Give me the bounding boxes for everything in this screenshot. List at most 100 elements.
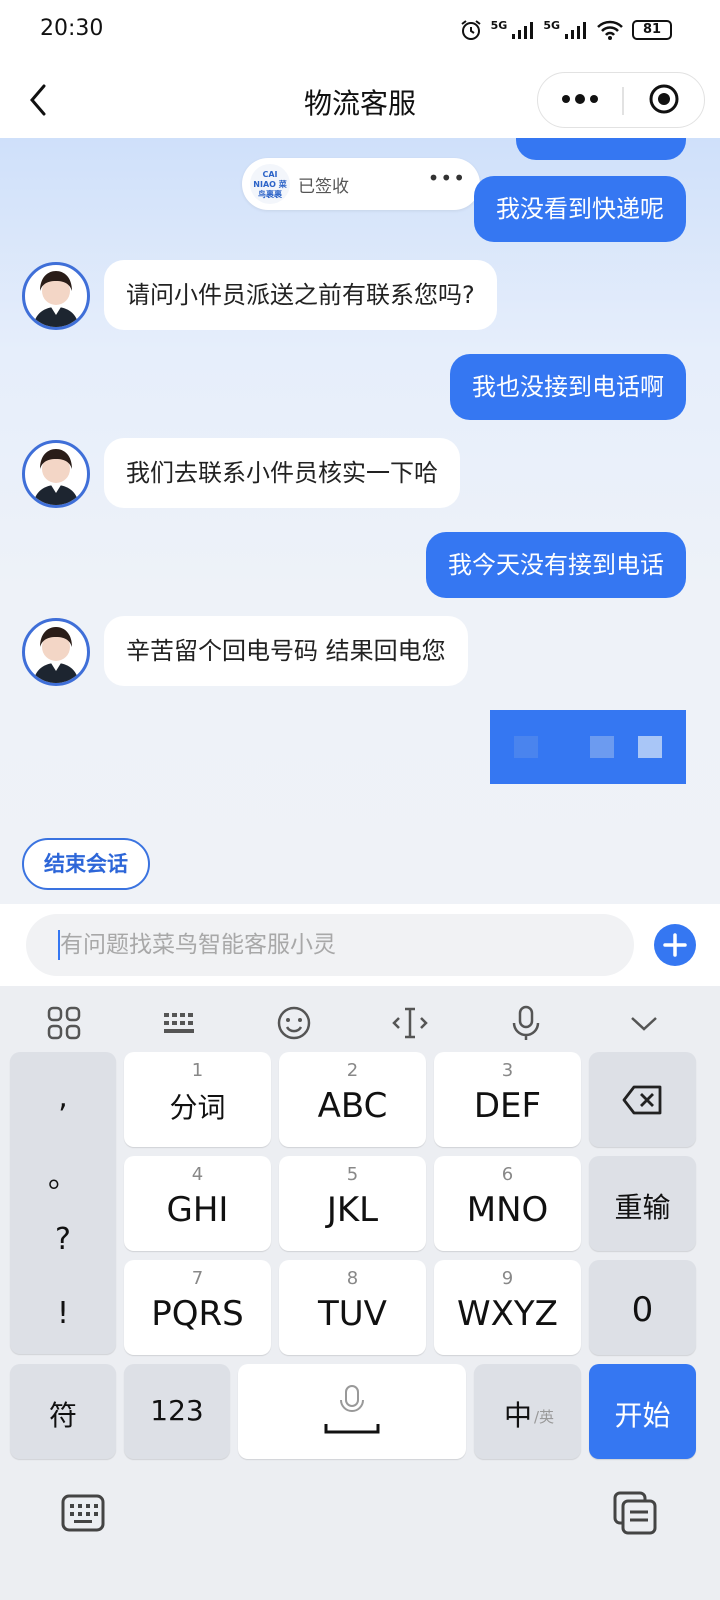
key-label: MNO <box>466 1190 549 1230</box>
cursor-button[interactable] <box>390 1003 430 1043</box>
alarm-icon <box>461 20 481 40</box>
key-label: JKL <box>326 1190 379 1230</box>
mini-program-capsule <box>537 72 705 128</box>
space-key[interactable] <box>238 1364 466 1459</box>
key-number: 6 <box>501 1164 514 1185</box>
network-type-1: 5G <box>490 18 508 32</box>
punct-comma[interactable]: , <box>10 1080 116 1115</box>
punct-exclaim[interactable]: ! <box>10 1296 116 1331</box>
message-in[interactable]: 请问小件员派送之前有联系您吗? <box>104 260 497 330</box>
key-7[interactable]: 7 PQRS <box>124 1260 271 1355</box>
status-icons: 5G 5G 81 <box>459 18 672 42</box>
end-session-button[interactable]: 结束会话 <box>22 838 150 890</box>
redacted-block <box>514 736 538 758</box>
switch-keyboard-button[interactable] <box>60 1490 106 1536</box>
keyboard-layout-button[interactable] <box>160 1003 200 1043</box>
punct-question[interactable]: ? <box>10 1222 116 1257</box>
signal-icon <box>565 22 586 39</box>
package-status: 已签收 <box>298 177 349 197</box>
punct-period[interactable]: 。 <box>10 1152 116 1196</box>
key-label: WXYZ <box>457 1294 558 1334</box>
signal-icon <box>512 22 534 39</box>
key-number: 7 <box>191 1268 204 1289</box>
symbol-key[interactable]: 符 <box>10 1364 116 1459</box>
network-type-2: 5G <box>543 18 560 32</box>
key-8[interactable]: 8 TUV <box>279 1260 426 1355</box>
more-dots-icon <box>562 94 598 104</box>
message-in[interactable]: 我们去联系小件员核实一下哈 <box>104 438 460 508</box>
key-1[interactable]: 1 分词 <box>124 1052 271 1147</box>
text-caret <box>58 930 60 960</box>
clipboard-button[interactable] <box>612 1490 658 1536</box>
cainiao-logo: CAI NIAO 菜鸟裹裹 <box>250 164 290 204</box>
key-2[interactable]: 2 ABC <box>279 1052 426 1147</box>
key-number: 8 <box>346 1268 359 1289</box>
key-label: 分词 <box>169 1091 226 1124</box>
agent-avatar <box>22 262 90 330</box>
redacted-block <box>638 736 662 758</box>
punctuation-column[interactable]: , 。 ? ! <box>10 1052 116 1354</box>
message-out[interactable]: 我今天没有接到电话 <box>426 532 686 598</box>
key-9[interactable]: 9 WXYZ <box>434 1260 581 1355</box>
backspace-key[interactable] <box>589 1052 696 1147</box>
key-sublabel: /英 <box>534 1408 555 1426</box>
more-button[interactable] <box>538 73 622 126</box>
agent-avatar <box>22 440 90 508</box>
reinput-key[interactable]: 重输 <box>589 1156 696 1251</box>
key-6[interactable]: 6 MNO <box>434 1156 581 1251</box>
key-3[interactable]: 3 DEF <box>434 1052 581 1147</box>
key-label: DEF <box>473 1086 542 1126</box>
apps-icon <box>47 1006 81 1040</box>
numbers-key[interactable]: 123 <box>124 1364 230 1459</box>
message-bubble-cut <box>516 138 686 160</box>
key-number: 5 <box>346 1164 359 1185</box>
message-out[interactable]: 我没看到快递呢 <box>474 176 686 242</box>
apps-button[interactable] <box>44 1003 84 1043</box>
message-in[interactable]: 辛苦留个回电号码 结果回电您 <box>104 616 468 686</box>
cursor-icon <box>392 1007 428 1039</box>
microphone-icon <box>512 1005 540 1040</box>
key-label: 中 <box>504 1399 533 1432</box>
add-button[interactable] <box>654 924 696 966</box>
key-number: 4 <box>191 1164 204 1185</box>
agent-avatar <box>22 618 90 686</box>
key-number: 2 <box>346 1060 359 1081</box>
battery-level: 81 <box>642 22 662 37</box>
card-more-icon[interactable]: ••• <box>428 166 466 190</box>
space-mic-icon <box>324 1385 380 1434</box>
chevron-down-icon <box>631 1017 657 1031</box>
agent-avatar-icon <box>33 449 79 505</box>
status-time: 20:30 <box>40 16 104 41</box>
package-card[interactable]: CAI NIAO 菜鸟裹裹 已签收 ••• <box>242 158 480 210</box>
plus-icon <box>663 933 687 957</box>
keyboard-icon <box>61 1494 105 1532</box>
emoji-button[interactable] <box>274 1003 314 1043</box>
agent-avatar-icon <box>33 627 79 683</box>
key-label: TUV <box>318 1294 387 1334</box>
key-5[interactable]: 5 JKL <box>279 1156 426 1251</box>
collapse-keyboard-button[interactable] <box>624 1003 664 1043</box>
key-label: GHI <box>166 1190 229 1230</box>
chat-area[interactable] <box>0 138 720 904</box>
microphone-button[interactable] <box>506 1003 546 1043</box>
key-label: PQRS <box>151 1294 244 1334</box>
emoji-icon <box>277 1006 311 1040</box>
key-4[interactable]: 4 GHI <box>124 1156 271 1251</box>
message-out[interactable]: 我也没接到电话啊 <box>450 354 686 420</box>
key-number: 3 <box>501 1060 514 1081</box>
wifi-icon <box>597 20 623 40</box>
key-number: 9 <box>501 1268 514 1289</box>
language-toggle-key[interactable]: 中 /英 <box>474 1364 581 1459</box>
keyboard-layout-icon <box>164 1013 194 1033</box>
message-out-redacted[interactable] <box>490 710 686 784</box>
close-program-button[interactable] <box>624 73 704 126</box>
message-input[interactable] <box>26 914 634 976</box>
key-label: 开始 <box>614 1399 671 1432</box>
key-label: ABC <box>317 1086 388 1126</box>
key-label: 123 <box>150 1394 204 1427</box>
go-key[interactable]: 开始 <box>589 1364 696 1459</box>
key-label: 重输 <box>614 1191 671 1224</box>
key-label: 0 <box>631 1290 654 1330</box>
key-label: 符 <box>48 1399 77 1432</box>
key-0[interactable]: 0 <box>589 1260 696 1355</box>
